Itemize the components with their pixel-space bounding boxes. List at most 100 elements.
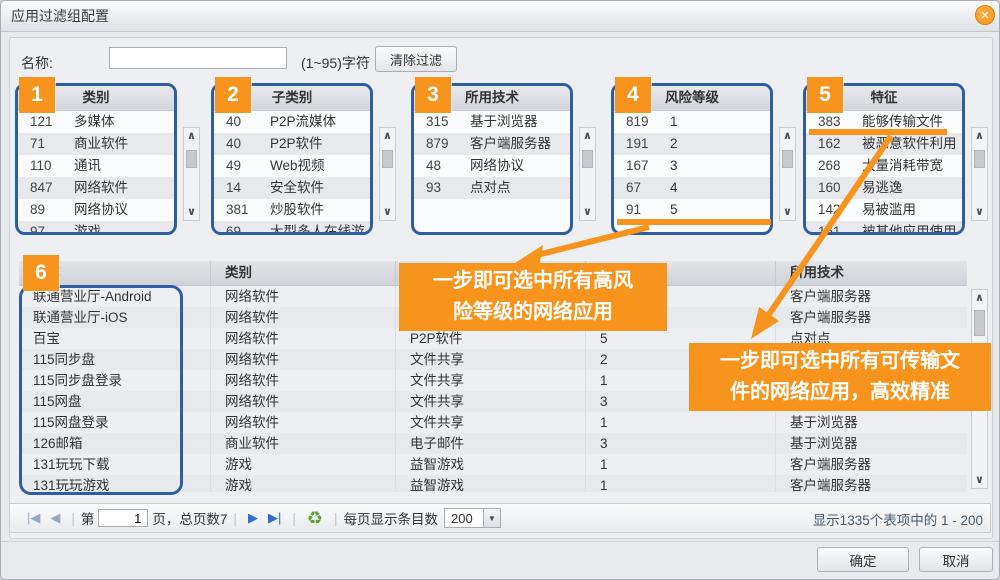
list-item[interactable]: 847网络软件 <box>18 177 174 199</box>
scrollbar-track[interactable] <box>780 144 795 204</box>
scrollbar-thumb[interactable] <box>186 150 197 168</box>
item-count: 315 <box>414 111 470 133</box>
scroll-up-icon[interactable]: ∧ <box>972 290 987 306</box>
scroll-down-icon[interactable]: ∨ <box>380 204 395 220</box>
list-item[interactable]: 142易被滥用 <box>806 199 962 221</box>
item-label: P2P流媒体 <box>270 111 370 133</box>
name-label: 名称: <box>21 53 53 73</box>
scrollbar-track[interactable] <box>184 144 199 204</box>
table-cell: 网络软件 <box>211 370 396 391</box>
scroll-down-icon[interactable]: ∨ <box>972 204 987 220</box>
cancel-button[interactable]: 取消 <box>919 547 993 572</box>
scrollbar-thumb[interactable] <box>382 150 393 168</box>
table-cell: 客户端服务器 <box>776 475 967 492</box>
list-item[interactable]: 48网络协议 <box>414 155 570 177</box>
item-count: 167 <box>614 155 670 177</box>
divider: | <box>292 511 296 526</box>
per-page-select[interactable]: 200 ▼ <box>444 508 501 528</box>
item-label: 易逃逸 <box>862 177 962 199</box>
list-item[interactable]: 71商业软件 <box>18 133 174 155</box>
list-item[interactable]: 97游戏 <box>18 221 174 235</box>
scroll-up-icon[interactable]: ∧ <box>972 128 987 144</box>
list-item[interactable]: 14安全软件 <box>214 177 370 199</box>
item-count: 69 <box>214 221 270 235</box>
list-item[interactable]: 674 <box>614 177 770 199</box>
scroll-down-icon[interactable]: ∨ <box>972 472 987 488</box>
list-item[interactable]: 268大量消耗带宽 <box>806 155 962 177</box>
scroll-down-icon[interactable]: ∨ <box>184 204 199 220</box>
list-item[interactable]: 69大型多人在线游戏 <box>214 221 370 235</box>
scroll-up-icon[interactable]: ∧ <box>580 128 595 144</box>
ok-button[interactable]: 确定 <box>817 547 909 572</box>
step-badge: 5 <box>807 77 843 113</box>
column-header[interactable]: 所用技术 <box>776 261 967 285</box>
table-cell: 网络软件 <box>211 412 396 433</box>
list-item[interactable]: 915 <box>614 199 770 221</box>
list-scrollbar[interactable]: ∧ ∨ <box>971 127 988 221</box>
next-page-icon[interactable]: ▶ <box>248 510 258 526</box>
scrollbar-thumb[interactable] <box>974 150 985 168</box>
list-item[interactable]: 110通讯 <box>18 155 174 177</box>
list-item[interactable]: 315基于浏览器 <box>414 111 570 133</box>
scrollbar-thumb[interactable] <box>974 310 985 336</box>
list-item[interactable]: 381炒股软件 <box>214 199 370 221</box>
scroll-up-icon[interactable]: ∧ <box>184 128 199 144</box>
list-item[interactable]: 162被恶意软件利用 <box>806 133 962 155</box>
prev-page-icon[interactable]: ◀ <box>50 510 60 526</box>
scrollbar-track[interactable] <box>972 144 987 204</box>
scrollbar-track[interactable] <box>380 144 395 204</box>
name-input[interactable] <box>109 47 287 69</box>
item-label: 网络软件 <box>74 177 174 199</box>
callout-risk-level: 一步即可选中所有高风 险等级的网络应用 <box>399 263 667 331</box>
item-count: 142 <box>806 199 862 221</box>
item-count: 49 <box>214 155 270 177</box>
table-cell: 网络软件 <box>211 286 396 307</box>
list-item[interactable]: 383能够传输文件 <box>806 111 962 133</box>
list-item[interactable]: 121多媒体 <box>18 111 174 133</box>
table-cell: 游戏 <box>211 454 396 475</box>
list-item[interactable]: 1673 <box>614 155 770 177</box>
list-item[interactable]: 40P2P流媒体 <box>214 111 370 133</box>
scrollbar-thumb[interactable] <box>782 150 793 168</box>
table-cell: 益智游戏 <box>396 454 586 475</box>
table-cell: 客户端服务器 <box>776 454 967 475</box>
last-page-icon[interactable]: ▶| <box>268 510 281 526</box>
list-item[interactable]: 160易逃逸 <box>806 177 962 199</box>
list-rows: 40P2P流媒体40P2P软件49Web视频14安全软件381炒股软件69大型多… <box>214 111 370 235</box>
scroll-up-icon[interactable]: ∧ <box>780 128 795 144</box>
list-item[interactable]: 93点对点 <box>414 177 570 199</box>
list-item[interactable]: 1912 <box>614 133 770 155</box>
item-label: P2P软件 <box>270 133 370 155</box>
list-item[interactable]: 49Web视频 <box>214 155 370 177</box>
close-button[interactable]: ✕ <box>975 5 995 25</box>
list-item[interactable]: 89网络协议 <box>18 199 174 221</box>
list-scrollbar[interactable]: ∧ ∨ <box>183 127 200 221</box>
list-item[interactable]: 8191 <box>614 111 770 133</box>
scrollbar-track[interactable] <box>580 144 595 204</box>
scroll-down-icon[interactable]: ∨ <box>580 204 595 220</box>
item-label: 商业软件 <box>74 133 174 155</box>
scrollbar-thumb[interactable] <box>582 150 593 168</box>
step-badge: 1 <box>19 77 55 113</box>
clear-filter-button[interactable]: 清除过滤 <box>375 46 457 72</box>
table-cell: 电子邮件 <box>396 433 586 454</box>
column-header[interactable]: 类别 <box>211 261 396 285</box>
item-label: 通讯 <box>74 155 174 177</box>
table-cell: 文件共享 <box>396 349 586 370</box>
first-page-icon[interactable]: |◀ <box>27 510 40 526</box>
list-scrollbar[interactable]: ∧ ∨ <box>379 127 396 221</box>
item-label: 点对点 <box>470 177 570 199</box>
list-scrollbar[interactable]: ∧ ∨ <box>779 127 796 221</box>
page-number-input[interactable] <box>98 509 148 527</box>
filter-list-group: 2 子类别 40P2P流媒体40P2P软件49Web视频14安全软件381炒股软… <box>211 83 403 241</box>
scroll-down-icon[interactable]: ∨ <box>780 204 795 220</box>
list-item[interactable]: 40P2P软件 <box>214 133 370 155</box>
list-item[interactable]: 879客户端服务器 <box>414 133 570 155</box>
item-label: 客户端服务器 <box>470 133 570 155</box>
step-badge: 2 <box>215 77 251 113</box>
scroll-up-icon[interactable]: ∧ <box>380 128 395 144</box>
list-scrollbar[interactable]: ∧ ∨ <box>579 127 596 221</box>
callout-file-transfer: 一步即可选中所有可传输文 件的网络应用，高效精准 <box>689 343 991 411</box>
refresh-icon[interactable]: ♻ <box>307 508 323 529</box>
list-item[interactable]: 161被其他应用使用 <box>806 221 962 235</box>
